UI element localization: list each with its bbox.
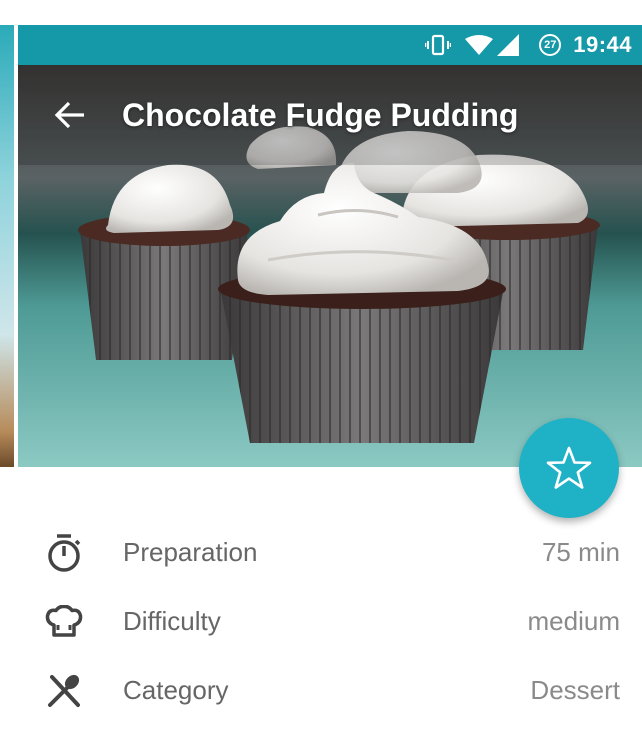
chef-hat-icon bbox=[44, 602, 84, 642]
status-bar: 27 19:44 bbox=[18, 25, 642, 65]
detail-value: Dessert bbox=[530, 675, 620, 705]
detail-label: Category bbox=[123, 675, 229, 705]
utensils-crossed-icon bbox=[44, 671, 84, 711]
app-toolbar: Chocolate Fudge Pudding bbox=[18, 65, 642, 165]
detail-row-category: Category Dessert bbox=[0, 656, 642, 725]
detail-value: medium bbox=[527, 606, 620, 636]
detail-label: Difficulty bbox=[123, 606, 221, 636]
signal-icon bbox=[497, 34, 520, 56]
detail-row-difficulty: Difficulty medium bbox=[0, 587, 642, 656]
detail-row-preparation: Preparation 75 min bbox=[0, 518, 642, 587]
page-title: Chocolate Fudge Pudding bbox=[122, 96, 519, 133]
notification-badge-icon: 27 bbox=[539, 34, 562, 56]
star-outline-icon bbox=[546, 446, 592, 489]
back-button[interactable] bbox=[50, 95, 90, 135]
recipe-details: Preparation 75 min Difficulty medium Cat… bbox=[0, 518, 642, 725]
back-arrow-icon bbox=[54, 101, 84, 129]
detail-value: 75 min bbox=[541, 537, 620, 567]
wifi-icon bbox=[465, 35, 494, 55]
favorite-button[interactable] bbox=[519, 418, 619, 518]
vibrate-icon bbox=[425, 34, 452, 56]
timer-icon bbox=[44, 533, 84, 573]
notification-count: 27 bbox=[539, 34, 562, 56]
status-time: 19:44 bbox=[573, 32, 632, 57]
detail-label: Preparation bbox=[123, 537, 258, 567]
previous-page-edge bbox=[0, 25, 14, 467]
